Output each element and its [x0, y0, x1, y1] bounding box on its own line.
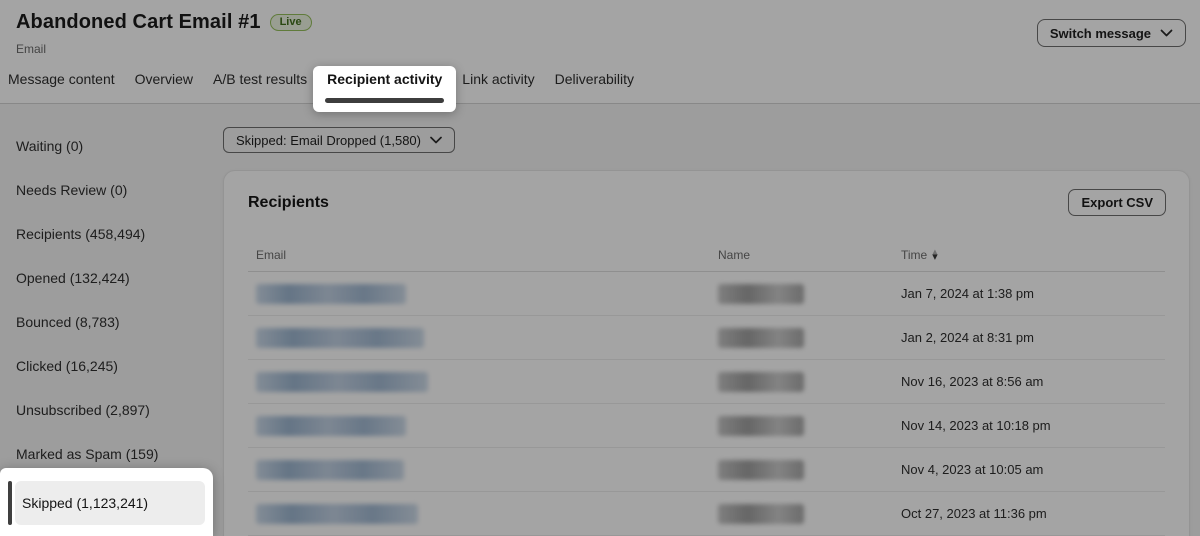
redacted-email[interactable]: [256, 372, 428, 392]
switch-message-button[interactable]: Switch message: [1037, 19, 1186, 47]
recipient-activity-page: Abandoned Cart Email #1 Live Email Switc…: [0, 0, 1200, 536]
page-title: Abandoned Cart Email #1: [16, 11, 261, 34]
sort-icon[interactable]: [932, 250, 937, 260]
sidebar-item-needs-review[interactable]: Needs Review (0): [0, 168, 213, 212]
recipient-time: Jan 2, 2024 at 8:31 pm: [893, 330, 1165, 345]
chevron-down-icon: [1160, 29, 1173, 37]
redacted-email[interactable]: [256, 284, 406, 304]
selected-indicator-bar: [8, 481, 12, 525]
table-row: Jan 2, 2024 at 8:31 pm: [248, 316, 1165, 360]
skipped-filter-dropdown-value: Skipped: Email Dropped (1,580): [236, 133, 421, 148]
sidebar-item-recipients[interactable]: Recipients (458,494): [0, 212, 213, 256]
redacted-email[interactable]: [256, 328, 424, 348]
export-csv-button[interactable]: Export CSV: [1068, 189, 1166, 216]
recipients-card: Recipients Export CSV Email Name Time Ja…: [223, 170, 1190, 536]
column-header-email[interactable]: Email: [248, 248, 710, 262]
tab-deliverability[interactable]: Deliverability: [555, 71, 634, 103]
column-header-time-label: Time: [901, 248, 927, 262]
redacted-email[interactable]: [256, 460, 404, 480]
tab-overview[interactable]: Overview: [135, 71, 193, 103]
status-badge: Live: [270, 14, 312, 31]
column-header-time[interactable]: Time: [893, 248, 1165, 262]
sidebar-item-bounced[interactable]: Bounced (8,783): [0, 300, 213, 344]
sidebar-item-skipped[interactable]: Skipped (1,123,241): [0, 481, 213, 525]
page-subtitle: Email: [16, 42, 46, 56]
page-header: Abandoned Cart Email #1 Live Email Switc…: [0, 0, 1200, 104]
redacted-name: [718, 416, 804, 436]
table-row: Nov 4, 2023 at 10:05 am: [248, 448, 1165, 492]
recipient-time: Nov 14, 2023 at 10:18 pm: [893, 418, 1165, 433]
tab-bar: Message content Overview A/B test result…: [8, 66, 634, 103]
sidebar-item-skipped-pill: Skipped (1,123,241): [15, 481, 205, 525]
tab-recipient-activity-label: Recipient activity: [327, 71, 442, 87]
table-row: Nov 16, 2023 at 8:56 am: [248, 360, 1165, 404]
recipient-time: Jan 7, 2024 at 1:38 pm: [893, 286, 1165, 301]
skipped-filter-dropdown[interactable]: Skipped: Email Dropped (1,580): [223, 127, 455, 153]
tab-link-activity[interactable]: Link activity: [462, 71, 534, 103]
table-body: Jan 7, 2024 at 1:38 pm Jan 2, 2024 at 8:…: [248, 272, 1165, 536]
table-row: Oct 27, 2023 at 11:36 pm: [248, 492, 1165, 536]
recipients-card-header: Recipients Export CSV: [224, 171, 1189, 216]
recipients-card-title: Recipients: [248, 194, 329, 212]
redacted-name: [718, 504, 804, 524]
switch-message-label: Switch message: [1050, 26, 1151, 41]
sidebar-item-opened[interactable]: Opened (132,424): [0, 256, 213, 300]
recipient-time: Nov 16, 2023 at 8:56 am: [893, 374, 1165, 389]
redacted-email[interactable]: [256, 504, 418, 524]
redacted-name: [718, 284, 804, 304]
title-row: Abandoned Cart Email #1 Live: [16, 11, 312, 34]
redacted-email[interactable]: [256, 416, 406, 436]
table-header-row: Email Name Time: [248, 216, 1165, 272]
recipient-time: Oct 27, 2023 at 11:36 pm: [893, 506, 1165, 521]
tab-recipient-activity[interactable]: Recipient activity: [313, 66, 456, 112]
sidebar-item-clicked[interactable]: Clicked (16,245): [0, 344, 213, 388]
table-row: Jan 7, 2024 at 1:38 pm: [248, 272, 1165, 316]
table-row: Nov 14, 2023 at 10:18 pm: [248, 404, 1165, 448]
sidebar-item-skipped-label: Skipped (1,123,241): [22, 495, 148, 511]
redacted-name: [718, 328, 804, 348]
sidebar-item-waiting[interactable]: Waiting (0): [0, 124, 213, 168]
tab-ab-test-results[interactable]: A/B test results: [213, 71, 307, 103]
redacted-name: [718, 372, 804, 392]
recipient-time: Nov 4, 2023 at 10:05 am: [893, 462, 1165, 477]
column-header-name[interactable]: Name: [710, 248, 893, 262]
recipients-table: Email Name Time Jan 7, 2024 at 1:38 pm J…: [248, 216, 1165, 536]
redacted-name: [718, 460, 804, 480]
skipped-highlight-box: Skipped (1,123,241): [0, 468, 213, 536]
tab-message-content[interactable]: Message content: [8, 71, 115, 103]
chevron-down-icon: [430, 136, 442, 144]
active-tab-underline: [325, 98, 444, 103]
sidebar-item-unsubscribed[interactable]: Unsubscribed (2,897): [0, 388, 213, 432]
